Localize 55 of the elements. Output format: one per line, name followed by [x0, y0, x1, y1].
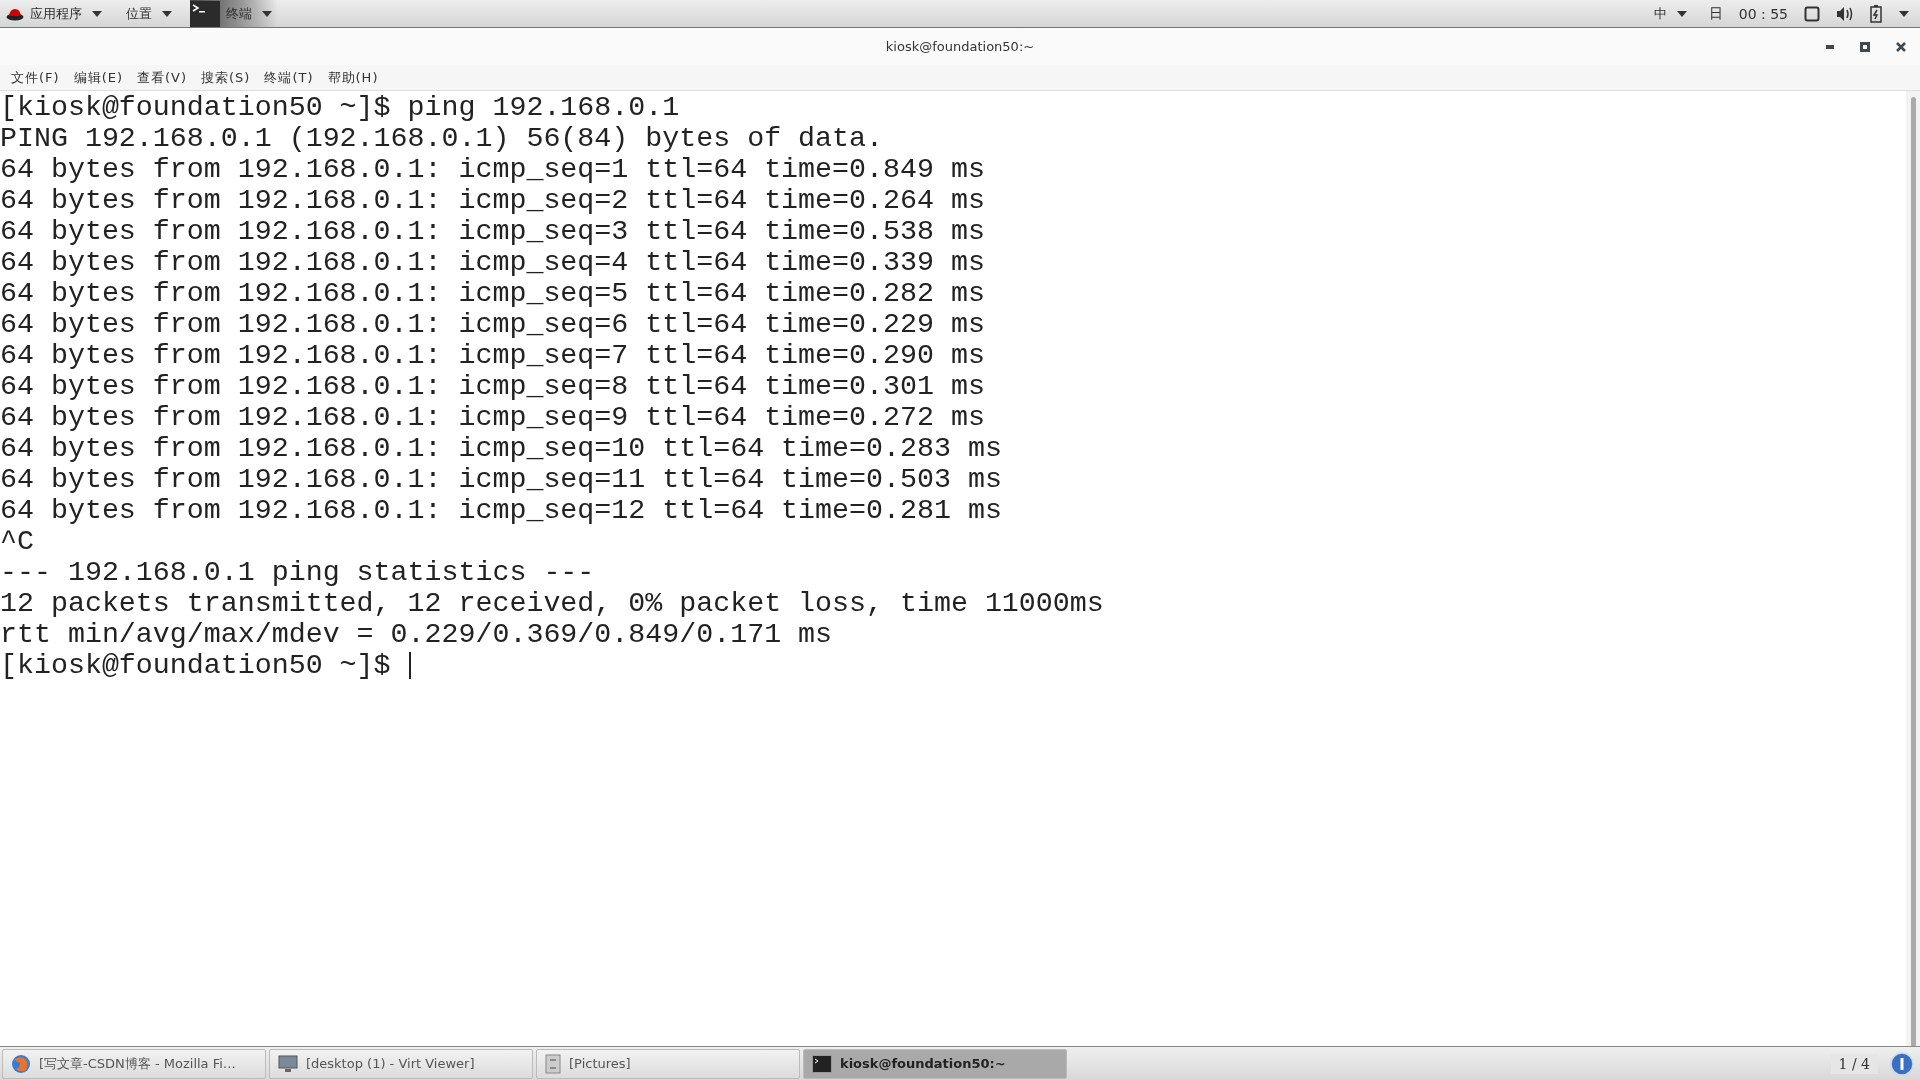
places-menu[interactable]: 位置	[120, 0, 178, 27]
terminal-line: 64 bytes from 192.168.0.1: icmp_seq=1 ttl=64 time=0.849 ms	[0, 154, 986, 185]
terminal-line: 64 bytes from 192.168.0.1: icmp_seq=12 ttl=64 time=0.281 ms	[0, 495, 1003, 526]
caret-icon	[162, 10, 172, 17]
terminal-icon	[812, 1054, 832, 1073]
battery-icon[interactable]	[1870, 4, 1882, 23]
taskbar-item[interactable]: [desktop (1) - Virt Viewer]	[269, 1048, 533, 1079]
applications-menu[interactable]: 应用程序	[0, 0, 108, 27]
volume-icon[interactable]	[1836, 5, 1854, 22]
taskbar-item[interactable]: kiosk@foundation50:~	[803, 1048, 1067, 1079]
caret-icon	[1676, 10, 1687, 17]
clock-time[interactable]: 00 : 55	[1738, 5, 1788, 22]
menu-item[interactable]: 搜索(S)	[194, 68, 258, 87]
terminal-line: 64 bytes from 192.168.0.1: icmp_seq=10 ttl=64 time=0.283 ms	[0, 433, 1003, 464]
maximize-icon[interactable]	[1860, 42, 1870, 52]
menu-item[interactable]: 编辑(E)	[66, 68, 130, 87]
monitor-icon	[278, 1054, 298, 1073]
scrollbar[interactable]	[1906, 91, 1920, 1046]
menu-item[interactable]: 终端(T)	[257, 68, 321, 87]
terminal-line: 12 packets transmitted, 12 received, 0% packet loss, time 11000ms	[0, 588, 1105, 619]
display-icon[interactable]	[1804, 5, 1820, 22]
hat-icon	[6, 6, 24, 21]
prompt: [kiosk@foundation50 ~]$	[0, 650, 391, 681]
terminal-line: 64 bytes from 192.168.0.1: icmp_seq=6 ttl=64 time=0.229 ms	[0, 309, 986, 340]
taskbar-item[interactable]: [Pictures]	[536, 1048, 800, 1079]
workspace-indicator[interactable]: 1 / 4	[1830, 1053, 1878, 1074]
clock-day: 日	[1708, 4, 1723, 23]
caret-icon	[92, 10, 102, 17]
terminal-line: 64 bytes from 192.168.0.1: icmp_seq=11 ttl=64 time=0.503 ms	[0, 464, 1003, 495]
caret-icon	[262, 10, 272, 17]
terminal-line: ^C	[0, 526, 35, 557]
input-method-menu[interactable]: 中	[1647, 0, 1693, 27]
menu-item[interactable]: 文件(F)	[4, 68, 67, 87]
app-menu[interactable]: 终端	[190, 0, 278, 27]
caret-icon[interactable]	[1898, 9, 1910, 18]
cabinet-icon	[545, 1053, 561, 1074]
terminal-line: rtt min/avg/max/mdev = 0.229/0.369/0.849/0.171 ms	[0, 619, 834, 650]
menu-item[interactable]: 帮助(H)	[320, 68, 386, 87]
terminal-line: 64 bytes from 192.168.0.1: icmp_seq=4 ttl=64 time=0.339 ms	[0, 247, 986, 278]
terminal-line: [kiosk@foundation50 ~]$ ping 192.168.0.1	[0, 92, 681, 123]
terminal-line: --- 192.168.0.1 ping statistics ---	[0, 557, 596, 588]
terminal-line: 64 bytes from 192.168.0.1: icmp_seq=5 ttl=64 time=0.282 ms	[0, 278, 986, 309]
window-title: kiosk@foundation50:~	[885, 39, 1035, 54]
terminal-line: 64 bytes from 192.168.0.1: icmp_seq=7 ttl=64 time=0.290 ms	[0, 340, 986, 371]
menu-item[interactable]: 查看(V)	[130, 68, 195, 87]
terminal-line: PING 192.168.0.1 (192.168.0.1) 56(84) bytes of data.	[0, 123, 884, 154]
globe-icon	[11, 1053, 31, 1074]
terminal-line: 64 bytes from 192.168.0.1: icmp_seq=9 ttl=64 time=0.272 ms	[0, 402, 986, 433]
text-cursor	[408, 652, 411, 679]
terminal-line: 64 bytes from 192.168.0.1: icmp_seq=3 ttl=64 time=0.538 ms	[0, 216, 986, 247]
notification-icon[interactable]	[1890, 1051, 1914, 1076]
taskbar-item[interactable]: [写文章-CSDN博客 - Mozilla Fi…	[2, 1048, 266, 1079]
terminal-line: 64 bytes from 192.168.0.1: icmp_seq=2 ttl=64 time=0.264 ms	[0, 185, 986, 216]
terminal-line: 64 bytes from 192.168.0.1: icmp_seq=8 ttl=64 time=0.301 ms	[0, 371, 986, 402]
close-icon[interactable]	[1896, 42, 1906, 52]
